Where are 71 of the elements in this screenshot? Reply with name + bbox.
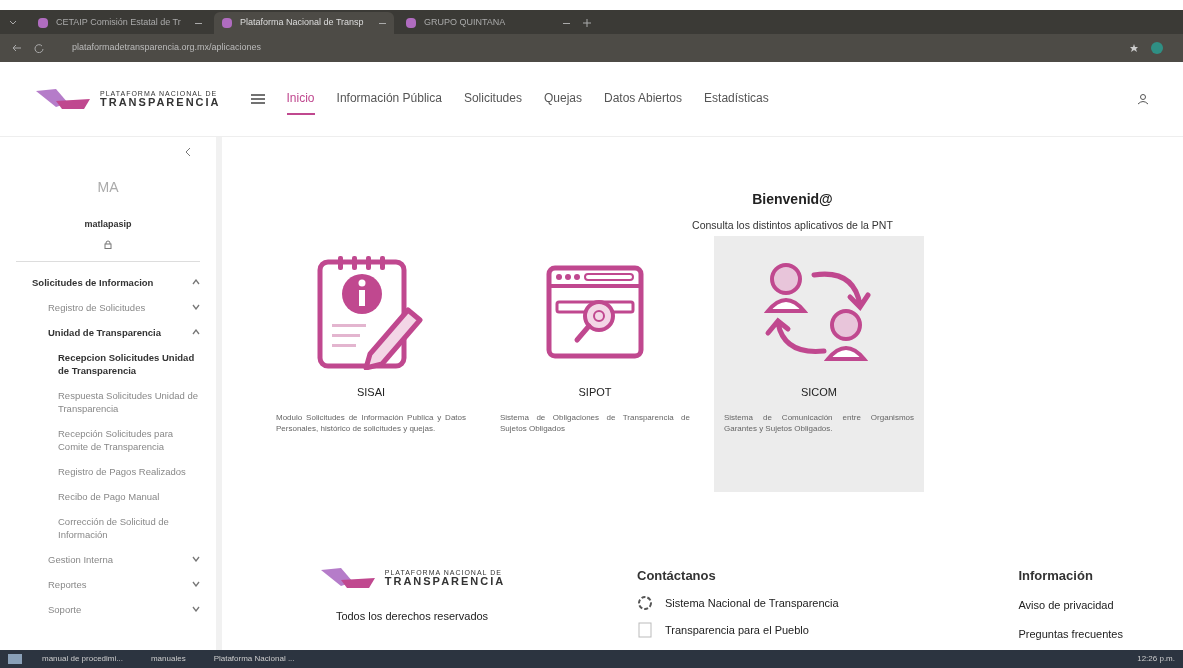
lock-icon	[104, 239, 112, 249]
document-icon	[637, 621, 653, 638]
sidebar-item[interactable]: Solicitudes de Informacion	[28, 269, 216, 295]
app-description: Sistema de Obligaciones de Transparencia de Sujetos Obligados	[500, 412, 690, 435]
clock-text: 12:26 p.m.	[1137, 653, 1175, 665]
welcome-subtitle: Consulta los distintos aplicativos de la PNT	[692, 218, 893, 233]
url-text[interactable]: plataformadetransparencia.org.mx/aplicaciones	[72, 41, 262, 55]
logo-icon	[34, 87, 92, 111]
app-description: Sistema de Comunicación entre Organismos Garantes y Sujetos Obligados.	[724, 412, 914, 435]
app-card[interactable]: SICOM Sistema de Comunicación entre Organismos Garantes y Sujetos Obligados.	[714, 235, 924, 492]
menu-icon[interactable]	[250, 94, 265, 104]
contact-title: Contáctanos	[637, 566, 717, 585]
rights-text: Todos los derechos reservados	[335, 608, 489, 624]
chevron-up-icon	[192, 279, 200, 285]
chevron-down-icon	[192, 606, 200, 612]
sidebar-item[interactable]: Corrección de Solicitud de Información	[28, 508, 216, 547]
info-link[interactable]: Aviso de privacidad	[1018, 597, 1123, 614]
nav-tab[interactable]: Estadísticas	[704, 83, 769, 115]
sidebar-item[interactable]: Recibo de Pago Manual	[28, 483, 216, 509]
sidebar-item[interactable]: Gestion Interna	[28, 546, 216, 572]
browser-search-icon	[545, 263, 645, 360]
tab-favicon-icon	[406, 18, 416, 28]
tab-favicon-icon	[38, 18, 48, 28]
nav-tab[interactable]: Información Pública	[336, 83, 442, 115]
reload-icon[interactable]	[34, 43, 44, 53]
tab-title: Plataforma Nacional de Transp	[240, 16, 364, 30]
contact-link[interactable]: Sistema Nacional de Transparencia	[665, 595, 839, 612]
contact-link[interactable]: Transparencia para el Pueblo	[665, 621, 809, 638]
nav-tab[interactable]: Inicio	[286, 83, 315, 115]
user-initials: MA	[97, 178, 119, 197]
taskbar-item[interactable]: manuales	[142, 653, 194, 665]
tab-title: CETAIP Comisión Estatal de Tr	[56, 16, 181, 30]
chevron-up-icon	[192, 329, 200, 335]
welcome-title: Bienvenid@	[752, 190, 833, 209]
app-name: SIPOT	[578, 384, 612, 400]
browser-tab[interactable]: GRUPO QUINTANA	[398, 12, 578, 34]
sidebar-item[interactable]: Recepción Solicitudes para Comite de Transparencia	[28, 420, 216, 459]
sidebar-item[interactable]: Unidad de Transparencia	[28, 319, 216, 345]
sidebar-item[interactable]: Respuesta Solicitudes Unidad de Transparencia	[28, 382, 216, 421]
nav-tab[interactable]: Solicitudes	[463, 83, 522, 115]
chevron-down-icon	[192, 304, 200, 310]
username: matlapasip	[84, 218, 132, 231]
notepad-info-icon	[316, 253, 426, 370]
chevron-down-icon	[192, 581, 200, 587]
nav-tab[interactable]: Datos Abiertos	[604, 83, 683, 115]
logo-wordmark: TRANSPARENCIA	[100, 97, 221, 108]
chevron-down-icon	[192, 556, 200, 562]
info-title: Información	[1018, 566, 1094, 585]
start-icon[interactable]	[8, 654, 22, 664]
app-name: SISAI	[356, 384, 386, 400]
taskbar-item[interactable]: manual de procedimi...	[34, 653, 131, 665]
app-description: Modulo Solicitudes de Información Publica y Datos Personales, histórico de solicitudes y quejas.	[276, 412, 466, 435]
sidebar-item[interactable]: Reportes	[28, 571, 216, 597]
sidebar-item[interactable]: Registro de Pagos Realizados	[28, 458, 216, 484]
nav-tab[interactable]: Quejas	[543, 83, 582, 115]
user-icon[interactable]	[1137, 93, 1149, 105]
sidebar-item[interactable]: Soporte	[28, 596, 216, 622]
logo-wordmark: TRANSPARENCIA	[384, 575, 506, 587]
app-name: SICOM	[800, 384, 838, 400]
browser-tab[interactable]: Plataforma Nacional de Transp	[214, 12, 394, 34]
browser-tab[interactable]: CETAIP Comisión Estatal de Tr	[30, 12, 210, 34]
star-icon[interactable]	[1129, 43, 1139, 53]
sidebar-item[interactable]: Recepcion Solicitudes Unidad de Transparencia	[28, 344, 216, 383]
back-arrow-icon[interactable]	[12, 43, 22, 53]
tab-title: GRUPO QUINTANA	[424, 16, 506, 30]
collapse-chevron-icon[interactable]	[184, 147, 192, 157]
tab-favicon-icon	[222, 18, 232, 28]
profile-avatar-icon[interactable]	[1151, 42, 1163, 54]
info-link[interactable]: Preguntas frecuentes	[1018, 625, 1123, 642]
taskbar-item[interactable]: Plataforma Nacional ...	[205, 653, 303, 665]
sidebar-item[interactable]: Registro de Solicitudes	[28, 294, 216, 320]
